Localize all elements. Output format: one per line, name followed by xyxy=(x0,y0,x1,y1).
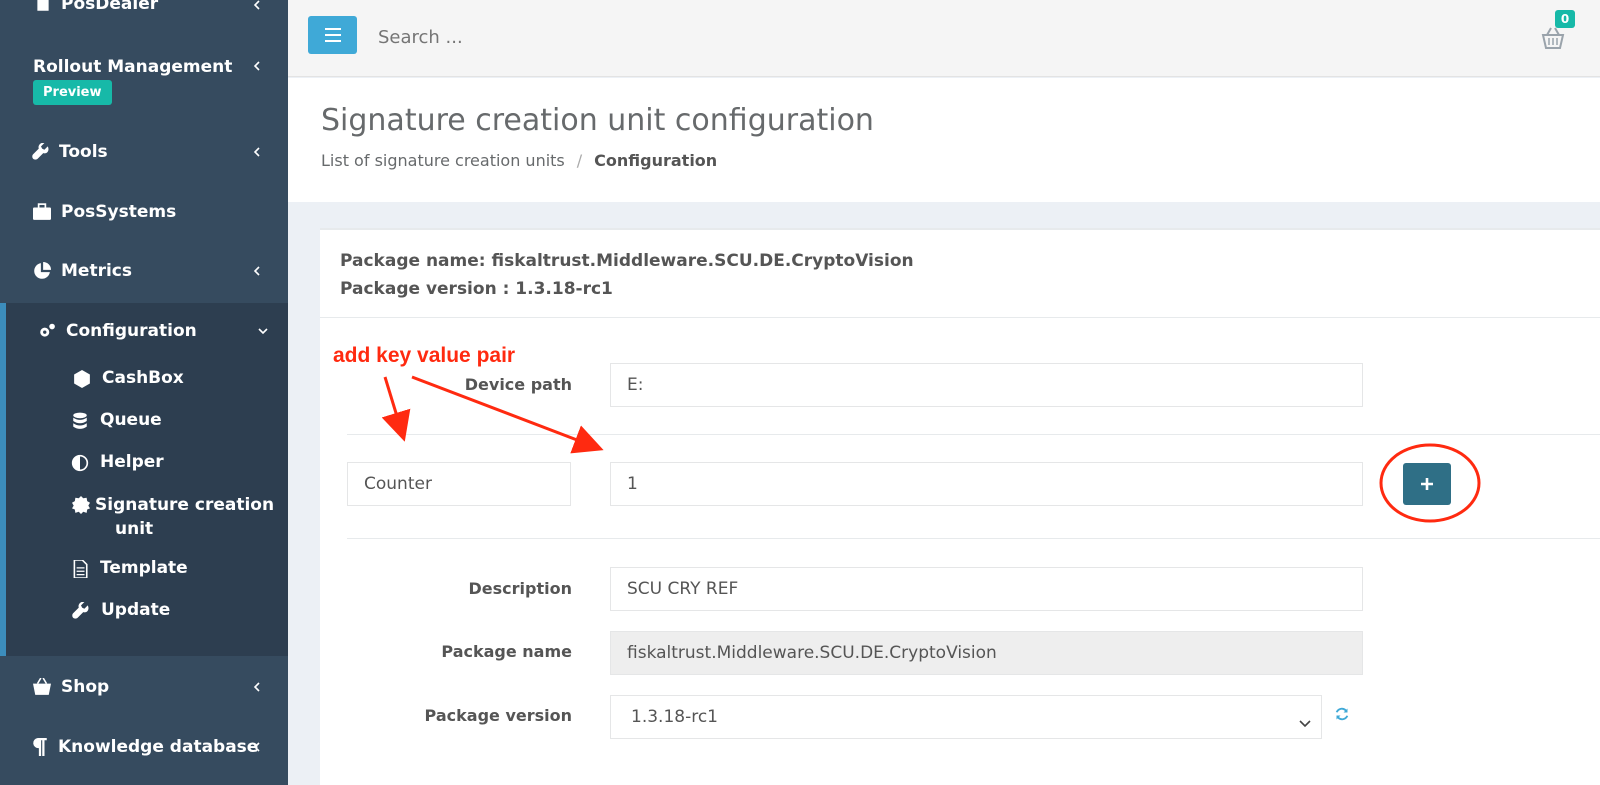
chevron-left-icon xyxy=(252,682,262,692)
sidebar-item-possystems[interactable]: PosSystems xyxy=(0,200,288,224)
sidebar-item-rollout[interactable]: Rollout Management xyxy=(0,55,288,79)
breadcrumb-current: Configuration xyxy=(594,151,718,170)
sidebar-item-label: PosSystems xyxy=(61,202,177,222)
sidebar-sub-label: Template xyxy=(100,558,188,578)
sidebar-item-label: Metrics xyxy=(61,261,132,281)
briefcase-icon xyxy=(32,202,52,222)
package-name-input xyxy=(610,631,1363,675)
page-title: Signature creation unit configuration xyxy=(321,103,874,138)
cube-icon xyxy=(72,369,92,389)
sidebar-sub-label: CashBox xyxy=(102,368,184,388)
sidebar-sub-label-line2: unit xyxy=(115,519,154,539)
description-label: Description xyxy=(468,579,572,598)
sidebar-item-label: Shop xyxy=(61,677,110,697)
sidebar-sub-label: Queue xyxy=(100,410,162,430)
chevron-down-icon xyxy=(1299,713,1311,733)
chevron-left-icon xyxy=(252,742,262,752)
breadcrumb-separator: / xyxy=(576,151,583,170)
sidebar-item-label: PosDealer xyxy=(61,0,159,14)
sidebar-item-metrics[interactable]: Metrics xyxy=(0,259,288,283)
sidebar: PosDealer Rollout Management Preview Too… xyxy=(0,0,288,785)
file-icon xyxy=(70,559,90,579)
refresh-icon[interactable] xyxy=(1334,706,1352,724)
device-path-input[interactable] xyxy=(610,363,1363,407)
sidebar-item-label: Knowledge database xyxy=(58,737,259,757)
divider xyxy=(347,538,1600,539)
divider xyxy=(347,434,1600,435)
package-version-select[interactable]: 1.3.18-rc1 xyxy=(610,695,1322,739)
sidebar-item-knowledge[interactable]: Knowledge database xyxy=(0,735,288,759)
sidebar-item-shop[interactable]: Shop xyxy=(0,675,288,699)
hamburger-icon xyxy=(324,28,341,42)
sidebar-sub-label-line1: Signature creation xyxy=(95,495,275,515)
page-header: Signature creation unit configuration Li… xyxy=(288,78,1600,202)
cart-count-badge: 0 xyxy=(1555,10,1575,28)
chevron-left-icon xyxy=(252,0,262,10)
paragraph-icon xyxy=(30,737,50,757)
plus-icon xyxy=(1421,478,1433,490)
cogs-icon xyxy=(37,321,57,341)
wrench-icon xyxy=(31,142,51,162)
description-input[interactable] xyxy=(610,567,1363,611)
sidebar-item-posdealer[interactable]: PosDealer xyxy=(0,0,288,20)
annotation-label: add key value pair xyxy=(333,344,516,367)
package-version-label: Package version xyxy=(424,706,572,725)
sidebar-sub-update[interactable]: Update xyxy=(6,600,288,621)
sidebar-sub-helper[interactable]: Helper xyxy=(6,452,288,473)
add-key-value-button[interactable] xyxy=(1403,463,1451,505)
chevron-left-icon xyxy=(252,266,262,276)
sidebar-sub-cashbox[interactable]: CashBox xyxy=(6,368,288,389)
basket-icon xyxy=(32,677,52,697)
adjust-icon xyxy=(70,453,90,473)
package-name-label: Package name xyxy=(441,642,572,661)
package-name-line: Package name: fiskaltrust.Middleware.SCU… xyxy=(340,251,914,271)
package-version-value: 1.3.18-rc1 xyxy=(631,707,718,727)
sidebar-sub-label: Helper xyxy=(100,452,164,472)
sidebar-item-configuration[interactable]: Configuration xyxy=(6,319,288,343)
divider xyxy=(320,317,1600,318)
package-version-line: Package version : 1.3.18-rc1 xyxy=(340,279,613,299)
certificate-icon xyxy=(71,495,91,515)
sidebar-item-label: Rollout Management xyxy=(33,57,233,77)
wrench-icon xyxy=(71,601,91,621)
sidebar-item-tools[interactable]: Tools xyxy=(0,140,288,164)
sidebar-sub-label: Signature creation unit xyxy=(95,493,274,541)
chevron-left-icon xyxy=(252,61,262,71)
sidebar-sub-label: Update xyxy=(101,600,171,620)
menu-toggle-button[interactable] xyxy=(308,16,357,54)
sidebar-sub-queue[interactable]: Queue xyxy=(6,410,288,431)
sidebar-sub-scu[interactable]: Signature creation unit xyxy=(6,493,288,541)
sidebar-config-group: Configuration CashBox Queue Helper Signa… xyxy=(0,303,288,656)
preview-badge: Preview xyxy=(33,80,112,105)
cart-icon[interactable] xyxy=(1541,26,1565,50)
database-icon xyxy=(70,411,90,431)
breadcrumb-parent-link[interactable]: List of signature creation units xyxy=(321,151,565,170)
building-icon xyxy=(33,0,53,14)
device-path-label: Device path xyxy=(464,375,572,394)
sidebar-item-label: Tools xyxy=(59,142,108,162)
pie-chart-icon xyxy=(32,261,52,281)
breadcrumb: List of signature creation units / Confi… xyxy=(321,151,717,170)
new-key-input[interactable] xyxy=(347,462,571,506)
new-value-input[interactable] xyxy=(610,462,1363,506)
chevron-down-icon xyxy=(258,326,268,336)
search-input[interactable] xyxy=(378,22,978,52)
sidebar-sub-template[interactable]: Template xyxy=(6,558,288,579)
chevron-left-icon xyxy=(252,147,262,157)
package-info: Package name: fiskaltrust.Middleware.SCU… xyxy=(340,247,914,303)
topbar xyxy=(288,0,1600,77)
sidebar-item-label: Configuration xyxy=(66,321,197,341)
